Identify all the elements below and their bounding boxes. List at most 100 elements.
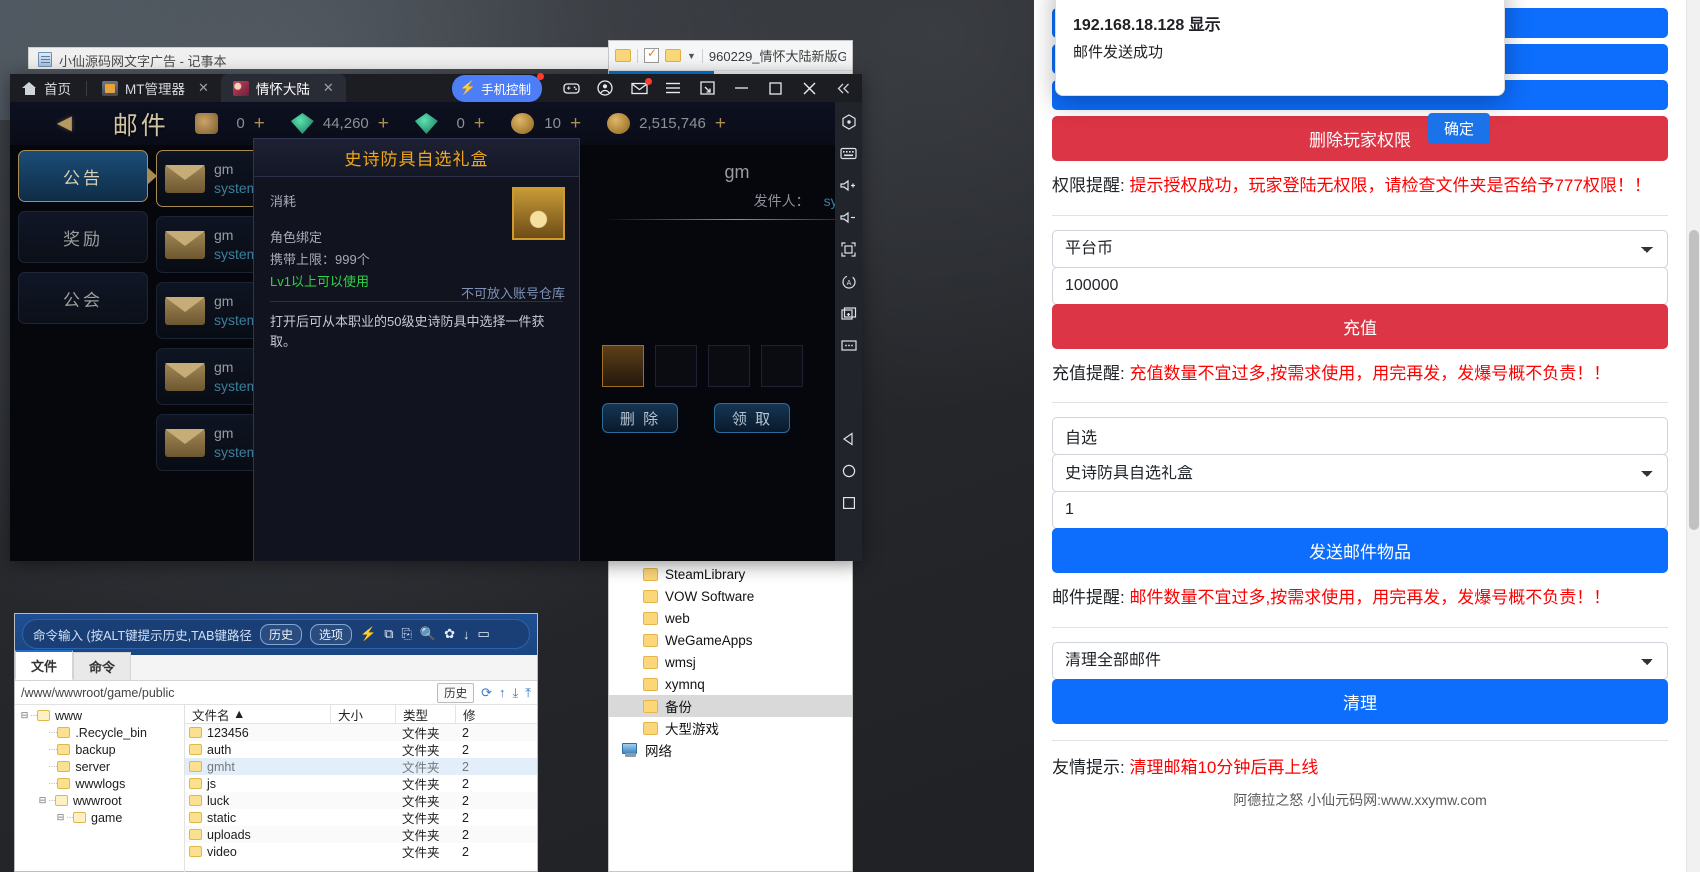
directory-tree[interactable]: ⊟ ··· www ···· .Recycle_bin ···· backup ···· ser… <box>15 705 185 872</box>
page-scrollbar[interactable] <box>1686 0 1700 872</box>
current-path[interactable]: /www/wwwroot/game/public <box>21 686 430 700</box>
explorer-tree-item[interactable]: WeGameApps <box>609 629 852 651</box>
back-arrow-icon[interactable]: ◄ <box>52 111 77 136</box>
file-row[interactable]: luck 文件夹 2 <box>185 792 537 809</box>
download-icon[interactable]: ⤓ <box>513 685 519 701</box>
delete-mail-button[interactable]: 删 除 <box>602 403 678 433</box>
recents-icon[interactable] <box>840 494 857 511</box>
baota-tree-item[interactable]: ···· .Recycle_bin <box>15 724 184 741</box>
column-modified[interactable]: 修 <box>455 705 485 724</box>
baota-tree-item[interactable]: ⊟ ··· game <box>15 809 184 826</box>
gear-icon[interactable]: ✿ <box>444 626 455 642</box>
location-icon[interactable] <box>840 113 857 130</box>
mail-count-input[interactable] <box>1052 491 1668 529</box>
maximize-icon[interactable] <box>758 74 792 102</box>
gamepad-icon[interactable] <box>554 74 588 102</box>
baota-tree-item[interactable]: ···· wwwlogs <box>15 775 184 792</box>
volume-up-icon[interactable] <box>840 177 857 194</box>
phone-control-button[interactable]: ⚡ 手机控制 <box>451 72 544 102</box>
explorer-tree-item-network[interactable]: 网络 <box>609 739 852 761</box>
command-input[interactable]: 命令输入 (按ALT键提示历史,TAB键路径 <box>33 625 252 644</box>
up-icon[interactable]: ↑ <box>499 685 506 700</box>
command-input-box[interactable]: 命令输入 (按ALT键提示历史,TAB键路径 历史 选项 ⚡ ⧉ ⎘ 🔍 ✿ ↓… <box>22 619 530 649</box>
minimize-icon[interactable] <box>724 74 758 102</box>
fullscreen-icon[interactable] <box>840 241 857 258</box>
explorer-titlebar[interactable]: ▼ 960229_情怀大陆新版GM <box>609 41 852 71</box>
baota-tree-item[interactable]: ···· backup <box>15 741 184 758</box>
tab-files[interactable]: 文件 <box>15 650 74 680</box>
collapse-icon[interactable] <box>826 74 860 102</box>
baota-tree-item[interactable]: ⊟ ··· wwwroot <box>15 792 184 809</box>
clean-button[interactable]: 清理 <box>1052 678 1668 724</box>
mail-attachment-slot-4[interactable] <box>761 345 803 387</box>
file-row[interactable]: uploads 文件夹 2 <box>185 826 537 843</box>
file-row[interactable]: auth 文件夹 2 <box>185 741 537 758</box>
command-options-button[interactable]: 选项 <box>310 623 353 645</box>
game-nav-公会[interactable]: 公会 <box>18 272 148 324</box>
account-icon[interactable] <box>588 74 622 102</box>
bolt-icon[interactable]: ⚡ <box>360 626 376 642</box>
add-currency-button[interactable]: + <box>570 113 581 135</box>
explorer-tree-item[interactable]: 备份 <box>609 695 852 717</box>
send-mail-item-button[interactable]: 发送邮件物品 <box>1052 528 1668 573</box>
claim-mail-button[interactable]: 领 取 <box>714 403 790 433</box>
game-nav-公告[interactable]: 公告 <box>18 150 157 202</box>
delete-player-permission-button[interactable]: 删除玩家权限 <box>1052 116 1668 161</box>
add-currency-button[interactable]: + <box>378 113 389 135</box>
add-currency-button[interactable]: + <box>254 113 265 135</box>
copy-icon[interactable]: ⎘ <box>402 626 412 642</box>
file-row[interactable]: 123456 文件夹 2 <box>185 724 537 741</box>
emulator-tab-home[interactable]: 首页 <box>10 74 83 102</box>
auto-rotate-icon[interactable]: A <box>840 273 857 290</box>
emulator-screen[interactable]: ◄ 邮件 0 +44,260 +0 +10 +2,515,746 + 公告 奖励 公会 gm s… <box>10 102 835 561</box>
collapse-toggle-icon[interactable]: ⊟ <box>19 710 30 721</box>
recharge-currency-select[interactable]: 平台币 <box>1052 229 1668 268</box>
baota-file-manager[interactable]: 命令输入 (按ALT键提示历史,TAB键路径 历史 选项 ⚡ ⧉ ⎘ 🔍 ✿ ↓… <box>14 613 538 872</box>
file-row[interactable]: static 文件夹 2 <box>185 809 537 826</box>
android-emulator-window[interactable]: 首页 MT管理器 ✕ 情怀大陆 ✕ ⚡ 手机控制 ◄ 邮件 0 + 44,260… <box>10 72 862 561</box>
refresh-icon[interactable]: ⟳ <box>481 685 492 701</box>
file-row[interactable]: video 文件夹 2 <box>185 843 537 860</box>
upload-icon[interactable]: ⤒ <box>525 685 531 701</box>
mail-item-select[interactable]: 史诗防具自选礼盒 <box>1052 454 1668 492</box>
mail-icon[interactable] <box>622 74 656 102</box>
page-scrollbar-thumb[interactable] <box>1689 230 1699 530</box>
file-row[interactable]: js 文件夹 2 <box>185 775 537 792</box>
keyboard-icon[interactable] <box>840 145 857 162</box>
alert-ok-button[interactable]: 确定 <box>1428 113 1490 144</box>
screenshot-icon[interactable] <box>690 74 724 102</box>
recharge-button[interactable]: 充值 <box>1052 303 1668 349</box>
close-icon[interactable]: ✕ <box>323 80 334 96</box>
mail-attachment-slot-3[interactable] <box>708 345 750 387</box>
explorer-tree-item[interactable]: wmsj <box>609 651 852 673</box>
column-type[interactable]: 类型 <box>395 705 455 724</box>
download-icon[interactable]: ↓ <box>463 627 470 642</box>
split-icon[interactable]: ⧉ <box>384 626 393 642</box>
clean-target-select[interactable]: 清理全部邮件 <box>1052 641 1668 680</box>
add-currency-button[interactable]: + <box>474 113 485 135</box>
window-icon[interactable]: ▭ <box>478 626 490 642</box>
baota-tree-item[interactable]: ⊟ ··· www <box>15 707 184 724</box>
chevron-down-icon[interactable]: ▼ <box>687 51 696 61</box>
emulator-tab-mt-manager[interactable]: MT管理器 ✕ <box>90 74 221 102</box>
collapse-toggle-icon[interactable]: ⊟ <box>55 812 66 823</box>
menu-icon[interactable] <box>656 74 690 102</box>
column-filename[interactable]: 文件名 ▲ <box>185 705 330 724</box>
home-circle-icon[interactable] <box>840 462 857 479</box>
explorer-tree-item[interactable]: 大型游戏 <box>609 717 852 739</box>
back-icon[interactable] <box>840 430 857 447</box>
explorer-tree-item[interactable]: SteamLibrary <box>609 563 852 585</box>
explorer-tree-item[interactable]: xymnq <box>609 673 852 695</box>
search-icon[interactable]: 🔍 <box>420 626 436 642</box>
multi-instance-icon[interactable] <box>840 305 857 322</box>
tab-commands[interactable]: 命令 <box>73 652 132 680</box>
explorer-tree-item[interactable]: web <box>609 607 852 629</box>
mail-title-input[interactable] <box>1052 417 1668 455</box>
close-icon[interactable] <box>792 74 826 102</box>
properties-icon[interactable] <box>644 46 659 63</box>
volume-down-icon[interactable] <box>840 209 857 226</box>
add-currency-button[interactable]: + <box>715 113 726 135</box>
game-nav-奖励[interactable]: 奖励 <box>18 211 148 263</box>
recharge-amount-input[interactable] <box>1052 266 1668 305</box>
emulator-tab-game[interactable]: 情怀大陆 ✕ <box>220 74 346 102</box>
